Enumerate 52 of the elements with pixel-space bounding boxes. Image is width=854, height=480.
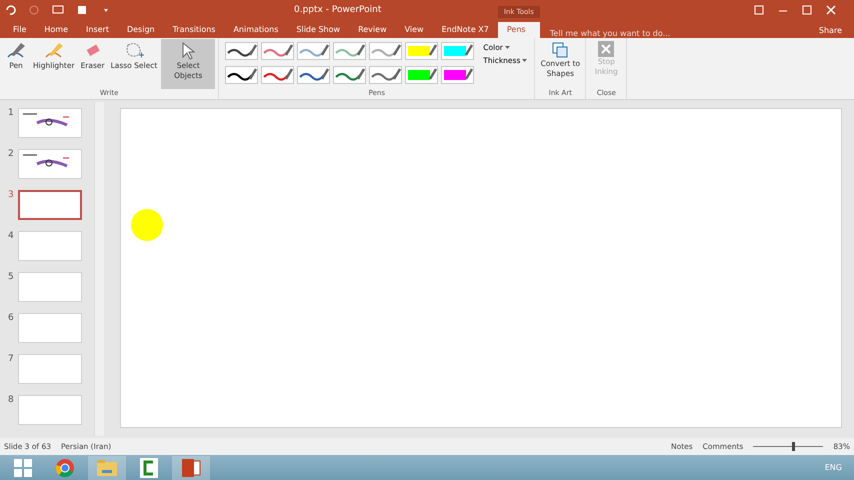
slide-number: 7: [8, 354, 14, 366]
highlighter-swatch[interactable]: [441, 66, 474, 84]
ribbon-tab[interactable]: EndNote X7: [432, 22, 498, 38]
browser-icon[interactable]: [55, 458, 75, 478]
ribbon-tab[interactable]: Slide Show: [287, 22, 350, 38]
pen-swatch[interactable]: [297, 66, 330, 84]
pen-swatch[interactable]: [261, 66, 294, 84]
window-title: 0.pptx - PowerPoint: [294, 5, 382, 15]
pen-swatch[interactable]: [225, 42, 258, 60]
presentation-app-icon[interactable]: [181, 458, 201, 478]
pen-swatch[interactable]: [261, 42, 294, 60]
cursor-icon: [181, 41, 196, 61]
slide-thumbnail[interactable]: [18, 190, 82, 220]
pen-swatch[interactable]: [333, 42, 366, 60]
slide-number: 1: [8, 108, 14, 120]
ribbon-tab[interactable]: Insert: [77, 22, 118, 38]
highlighter-swatch[interactable]: [441, 42, 474, 60]
highlighter-swatch[interactable]: [405, 42, 438, 60]
ribbon-tab[interactable]: Home: [35, 22, 78, 38]
slide-number: 6: [8, 313, 14, 325]
pen-swatch[interactable]: [333, 66, 366, 84]
ribbon-tab[interactable]: Pens: [498, 22, 540, 38]
pen-swatch[interactable]: [297, 42, 330, 60]
undo-icon[interactable]: [4, 4, 16, 16]
maximize-icon[interactable]: [802, 5, 812, 15]
pen-swatch[interactable]: [369, 42, 402, 60]
zoom-slider-thumb[interactable]: [792, 442, 795, 451]
ribbon-tab[interactable]: File: [4, 22, 36, 38]
ribbon-tab[interactable]: Transitions: [164, 22, 224, 38]
pen-swatch[interactable]: [225, 66, 258, 84]
shapes-icon: [551, 41, 570, 59]
ribbon-tab[interactable]: View: [396, 22, 433, 38]
pen-swatch[interactable]: [369, 66, 402, 84]
slideshow-icon[interactable]: [52, 4, 64, 16]
slide-number: 3: [8, 190, 14, 202]
share-button[interactable]: Share: [818, 26, 842, 35]
cursor-highlight-icon: [131, 209, 163, 241]
windows-icon[interactable]: [14, 458, 32, 476]
highlighter-swatch[interactable]: [405, 66, 438, 84]
caret-icon: [522, 58, 528, 62]
tell-me-field[interactable]: Tell me what you want to do...: [550, 29, 670, 38]
ribbon-tab[interactable]: Animations: [224, 22, 288, 38]
slide-number: 8: [8, 395, 14, 407]
slide-number: 5: [8, 272, 14, 284]
slide-number: 2: [8, 149, 14, 161]
caret-icon: [504, 46, 510, 50]
ribbon-tab[interactable]: Design: [118, 22, 164, 38]
bracket-icon[interactable]: [140, 458, 158, 478]
close-icon: [598, 41, 614, 57]
slide-number: 4: [8, 231, 14, 243]
ribbon-tab[interactable]: Review: [349, 22, 396, 38]
close-icon[interactable]: [826, 5, 836, 15]
